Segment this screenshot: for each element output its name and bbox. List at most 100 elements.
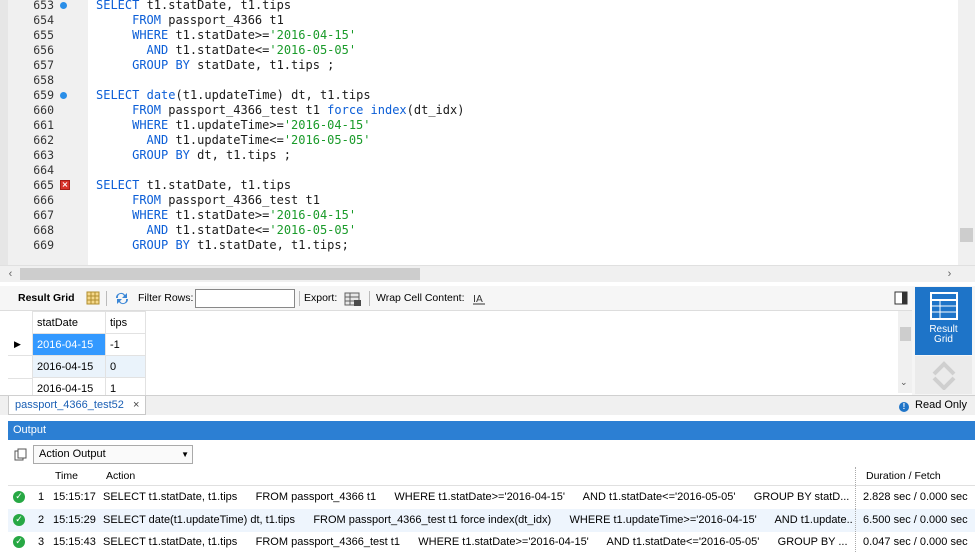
- result-grid[interactable]: ▶ statDate tips 2016-04-15 -1 2016-04-15…: [0, 311, 912, 402]
- action-column-header[interactable]: Action: [106, 470, 135, 482]
- scroll-right-icon[interactable]: ›: [941, 266, 958, 283]
- time-column-header[interactable]: Time: [55, 470, 78, 482]
- code-line[interactable]: 653 SELECT t1.statDate, t1.tips: [0, 0, 958, 13]
- code-line[interactable]: 657 GROUP BY statDate, t1.tips ;: [0, 58, 958, 73]
- code-line[interactable]: 656 AND t1.statDate<='2016-05-05': [0, 43, 958, 58]
- filter-rows-input[interactable]: [195, 289, 295, 308]
- grid-scroll-thumb[interactable]: [900, 327, 911, 341]
- row-selector[interactable]: [8, 356, 32, 379]
- code-line[interactable]: 667 WHERE t1.statDate>='2016-04-15': [0, 208, 958, 223]
- chevron-down-icon: ▼: [181, 450, 189, 459]
- success-check-icon: ✓: [13, 514, 25, 526]
- line-number: 668: [33, 223, 54, 237]
- grid-cell[interactable]: -1: [105, 333, 146, 356]
- code-text: SELECT t1.statDate, t1.tips: [96, 178, 292, 192]
- copy-icon[interactable]: [14, 448, 27, 464]
- form-editor-panel-button[interactable]: [915, 356, 972, 394]
- scroll-down-icon[interactable]: ⌄: [900, 377, 908, 388]
- result-grid-panel-button[interactable]: Result Grid: [915, 287, 972, 355]
- row-time: 15:15:17: [53, 491, 96, 503]
- editor-horizontal-scroll-thumb[interactable]: [20, 268, 420, 280]
- code-line[interactable]: 661 WHERE t1.updateTime>='2016-04-15': [0, 118, 958, 133]
- output-type-value: Action Output: [39, 448, 106, 460]
- row-selector[interactable]: ▶: [8, 333, 32, 356]
- code-line[interactable]: 664: [0, 163, 958, 178]
- grid-cell[interactable]: 0: [105, 355, 146, 378]
- refresh-icon[interactable]: [114, 291, 128, 305]
- toggle-panel-icon[interactable]: [894, 291, 908, 305]
- row-number: 1: [38, 491, 45, 503]
- code-text: AND t1.statDate<='2016-05-05': [146, 43, 357, 57]
- result-table: statDate tips 2016-04-15 -1 2016-04-15 0…: [32, 311, 146, 400]
- scroll-left-icon[interactable]: ‹: [2, 266, 19, 283]
- code-line[interactable]: 655 WHERE t1.statDate>='2016-04-15': [0, 28, 958, 43]
- code-line[interactable]: 663 GROUP BY dt, t1.tips ;: [0, 148, 958, 163]
- line-number: 653: [33, 0, 54, 12]
- toolbar-separator: [106, 291, 107, 306]
- output-toolbar: Action Output ▼: [8, 443, 975, 467]
- code-line[interactable]: 662 AND t1.updateTime<='2016-05-05': [0, 133, 958, 148]
- line-number: 660: [33, 103, 54, 117]
- code-text: GROUP BY t1.statDate, t1.tips;: [132, 238, 349, 252]
- line-number: 662: [33, 133, 54, 147]
- output-row[interactable]: ✓ 1 15:15:17 SELECT t1.statDate, t1.tips…: [8, 486, 975, 509]
- duration-column-header[interactable]: Duration / Fetch: [866, 470, 941, 482]
- wrap-cell-content-label: Wrap Cell Content:: [376, 292, 465, 304]
- code-line[interactable]: 658: [0, 73, 958, 88]
- result-tab-label: passport_4366_test52: [15, 399, 124, 411]
- toolbar-separator: [299, 291, 300, 306]
- grid-cell[interactable]: 2016-04-15: [32, 355, 106, 378]
- line-number: 655: [33, 28, 54, 42]
- code-line[interactable]: 665 × SELECT t1.statDate, t1.tips: [0, 178, 958, 193]
- result-grid-label[interactable]: Result Grid: [18, 286, 75, 311]
- result-toolbar: Result Grid Filter Rows: Export: Wrap Ce…: [0, 286, 912, 311]
- code-line[interactable]: 666 FROM passport_4366_test t1: [0, 193, 958, 208]
- column-divider: [855, 531, 856, 553]
- statement-marker-icon[interactable]: [60, 92, 67, 99]
- column-header[interactable]: statDate: [32, 311, 106, 334]
- code-text: AND t1.statDate<='2016-05-05': [146, 223, 357, 237]
- close-icon[interactable]: ×: [133, 399, 139, 411]
- column-header[interactable]: tips: [105, 311, 146, 334]
- column-divider: [855, 486, 856, 509]
- result-tab[interactable]: passport_4366_test52 ×: [8, 396, 147, 415]
- grid-view-icon[interactable]: [86, 291, 100, 305]
- code-text: FROM passport_4366_test t1 force index(d…: [132, 103, 465, 117]
- side-panel: Result Grid: [912, 286, 975, 395]
- editor-vertical-scrollbar[interactable]: [958, 0, 975, 265]
- column-divider[interactable]: [855, 467, 856, 485]
- row-header-column: ▶: [8, 333, 32, 402]
- code-line[interactable]: 659 SELECT date(t1.updateTime) dt, t1.tip…: [0, 88, 958, 103]
- line-number: 664: [33, 163, 54, 177]
- editor-horizontal-scrollbar[interactable]: ‹ ›: [0, 265, 975, 282]
- grid-cell[interactable]: 2016-04-15: [32, 333, 106, 356]
- chevron-icon: [932, 361, 956, 391]
- code-line[interactable]: 660 FROM passport_4366_test t1 force inde…: [0, 103, 958, 118]
- line-number: 667: [33, 208, 54, 222]
- read-only-indicator: ! Read Only: [899, 396, 967, 415]
- line-number: 665: [33, 178, 54, 192]
- code-text: WHERE t1.statDate>='2016-04-15': [132, 208, 357, 222]
- sql-editor[interactable]: 653 SELECT t1.statDate, t1.tips 654 FROM pa…: [0, 0, 975, 265]
- output-row[interactable]: ✓ 2 15:15:29 SELECT date(t1.updateTime) …: [8, 509, 975, 532]
- statement-marker-icon[interactable]: [60, 2, 67, 9]
- grid-vertical-scrollbar[interactable]: ⌄: [898, 311, 912, 393]
- code-line[interactable]: 668 AND t1.statDate<='2016-05-05': [0, 223, 958, 238]
- current-row-arrow-icon: ▶: [14, 339, 21, 349]
- row-action: SELECT date(t1.updateTime) dt, t1.tips F…: [103, 514, 853, 526]
- row-number: 2: [38, 514, 45, 526]
- output-type-select[interactable]: Action Output ▼: [33, 445, 193, 464]
- line-number: 669: [33, 238, 54, 252]
- export-icon[interactable]: [344, 291, 362, 306]
- code-line[interactable]: 654 FROM passport_4366 t1: [0, 13, 958, 28]
- error-marker-icon[interactable]: ×: [60, 180, 70, 190]
- output-row[interactable]: ✓ 3 15:15:43 SELECT t1.statDate, t1.tips…: [8, 531, 975, 553]
- row-duration: 2.828 sec / 0.000 sec: [863, 491, 968, 503]
- svg-text:IA: IA: [473, 294, 483, 305]
- code-text: GROUP BY statDate, t1.tips ;: [132, 58, 335, 72]
- line-number: 666: [33, 193, 54, 207]
- row-time: 15:15:29: [53, 514, 96, 526]
- wrap-text-icon[interactable]: IA: [472, 291, 486, 305]
- editor-vertical-scroll-thumb[interactable]: [960, 228, 973, 242]
- code-line[interactable]: 669 GROUP BY t1.statDate, t1.tips;: [0, 238, 958, 253]
